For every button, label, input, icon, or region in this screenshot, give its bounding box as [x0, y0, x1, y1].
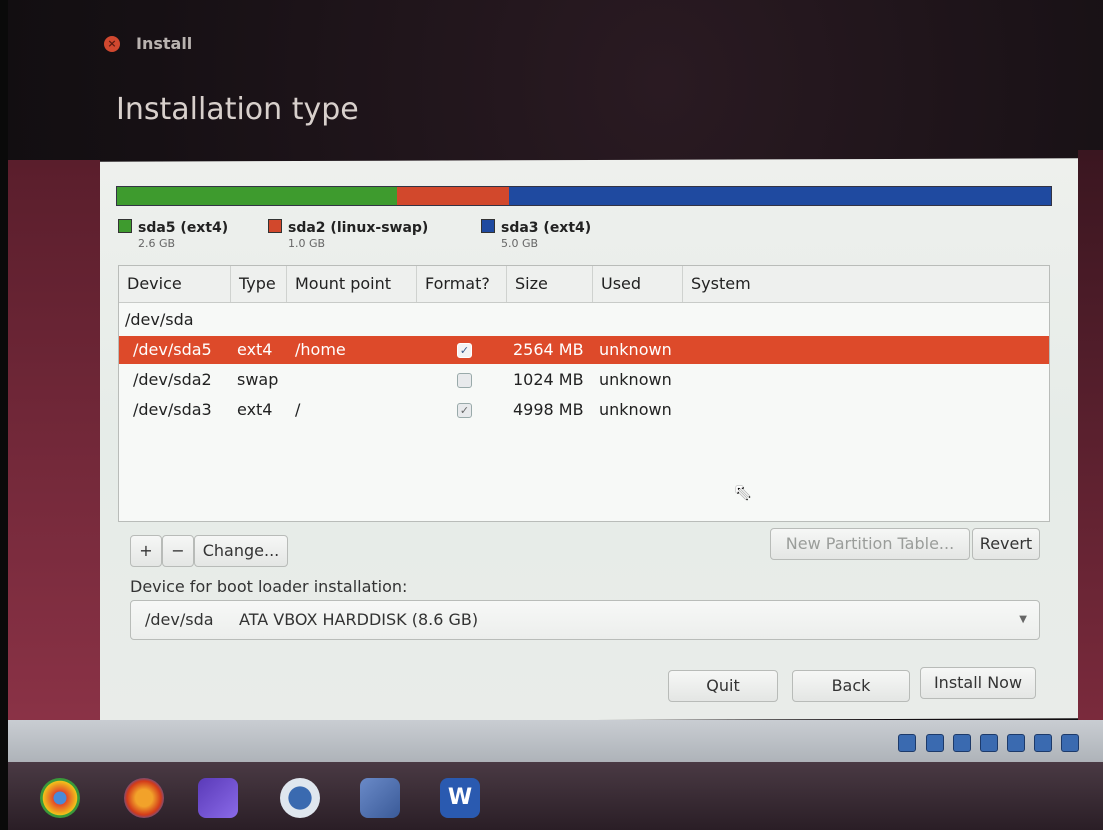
table-row[interactable]: /dev/sda5 ext4 /home ✓ 2564 MB unknown: [119, 336, 1049, 364]
virtualbox-icon[interactable]: [280, 778, 320, 818]
device-cell: /dev/sda2: [133, 370, 212, 389]
column-header-used[interactable]: Used: [593, 266, 683, 302]
legend-size: 1.0 GB: [288, 237, 326, 250]
column-header-type[interactable]: Type: [231, 266, 287, 302]
wallpaper-left: [8, 160, 100, 720]
boot-loader-description: ATA VBOX HARDDISK (8.6 GB): [239, 610, 479, 629]
add-partition-button[interactable]: +: [130, 535, 162, 567]
legend-sda3: sda3 (ext4) 5.0 GB: [481, 217, 592, 250]
size-cell: 4998 MB: [513, 400, 584, 419]
remove-partition-button[interactable]: −: [162, 535, 194, 567]
type-cell: ext4: [237, 340, 273, 359]
partition-bar-sda2: [397, 187, 510, 205]
taskbar: [8, 762, 1103, 830]
mount-cell: /home: [295, 340, 346, 359]
format-checkbox[interactable]: ✓: [457, 403, 472, 418]
mouse-cursor-icon: ⇖: [733, 480, 752, 505]
boot-loader-select[interactable]: /dev/sda ATA VBOX HARDDISK (8.6 GB) ▼: [130, 600, 1040, 640]
hard-disk-icon[interactable]: [898, 734, 917, 752]
format-checkbox[interactable]: [457, 373, 472, 388]
network-icon[interactable]: [1033, 734, 1052, 752]
vm-status-icons: [894, 734, 1079, 756]
usb-icon[interactable]: [952, 734, 971, 752]
back-button[interactable]: Back: [792, 670, 910, 702]
used-cell: unknown: [599, 340, 672, 359]
format-checkbox[interactable]: ✓: [457, 343, 472, 358]
word-icon[interactable]: W: [440, 778, 480, 818]
legend-swatch-sda5: [118, 219, 132, 233]
display-icon[interactable]: [1006, 734, 1025, 752]
partition-bar-sda3: [509, 187, 1051, 205]
table-row[interactable]: /dev/sda2 swap 1024 MB unknown: [119, 366, 1049, 394]
used-cell: unknown: [599, 400, 672, 419]
legend-swatch-sda2: [268, 219, 282, 233]
device-cell: /dev/sda3: [133, 400, 212, 419]
window-title: Install: [136, 34, 193, 53]
column-header-format[interactable]: Format?: [417, 266, 507, 302]
legend-label: sda5 (ext4): [138, 220, 229, 236]
shared-folders-icon[interactable]: [979, 734, 998, 752]
type-cell: swap: [237, 370, 279, 389]
legend-sda5: sda5 (ext4) 2.6 GB: [118, 217, 229, 250]
boot-loader-label: Device for boot loader installation:: [130, 577, 408, 596]
column-header-size[interactable]: Size: [507, 266, 593, 302]
install-now-button[interactable]: Install Now: [920, 667, 1036, 699]
partition-table[interactable]: Device Type Mount point Format? Size Use…: [118, 265, 1050, 522]
device-cell: /dev/sda: [125, 310, 194, 329]
column-header-system[interactable]: System: [683, 266, 1049, 302]
page-title: Installation type: [116, 92, 359, 127]
size-cell: 2564 MB: [513, 340, 584, 359]
visual-studio-icon[interactable]: [198, 778, 238, 818]
table-row[interactable]: /dev/sda3 ext4 / ✓ 4998 MB unknown: [119, 396, 1049, 424]
package-icon[interactable]: [360, 778, 400, 818]
legend-label: sda3 (ext4): [501, 220, 592, 236]
wallpaper-right: [1078, 150, 1103, 720]
boot-loader-device: /dev/sda: [145, 610, 214, 629]
optical-drive-icon[interactable]: [925, 734, 944, 752]
close-icon[interactable]: ×: [104, 36, 120, 52]
revert-button[interactable]: Revert: [972, 528, 1040, 560]
table-row-disk[interactable]: /dev/sda: [119, 306, 1049, 334]
partition-bar: [116, 186, 1052, 206]
legend-sda2: sda2 (linux-swap) 1.0 GB: [268, 217, 429, 250]
change-partition-button[interactable]: Change...: [194, 535, 288, 567]
table-header: Device Type Mount point Format? Size Use…: [119, 266, 1049, 303]
new-partition-table-button[interactable]: New Partition Table...: [770, 528, 970, 560]
type-cell: ext4: [237, 400, 273, 419]
legend-size: 5.0 GB: [501, 237, 539, 250]
column-header-device[interactable]: Device: [119, 266, 231, 302]
legend-swatch-sda3: [481, 219, 495, 233]
mount-cell: /: [295, 400, 301, 419]
capture-icon[interactable]: [1061, 734, 1079, 752]
firefox-icon[interactable]: [124, 778, 164, 818]
used-cell: unknown: [599, 370, 672, 389]
device-cell: /dev/sda5: [133, 340, 212, 359]
legend-label: sda2 (linux-swap): [288, 220, 429, 236]
column-header-mount-point[interactable]: Mount point: [287, 266, 417, 302]
quit-button[interactable]: Quit: [668, 670, 778, 702]
partition-bar-sda5: [117, 187, 398, 205]
dropdown-arrow-icon: ▼: [1019, 614, 1027, 625]
size-cell: 1024 MB: [513, 370, 584, 389]
legend-size: 2.6 GB: [138, 237, 176, 250]
monitor-bezel: [0, 0, 8, 830]
chrome-icon[interactable]: [40, 778, 80, 818]
